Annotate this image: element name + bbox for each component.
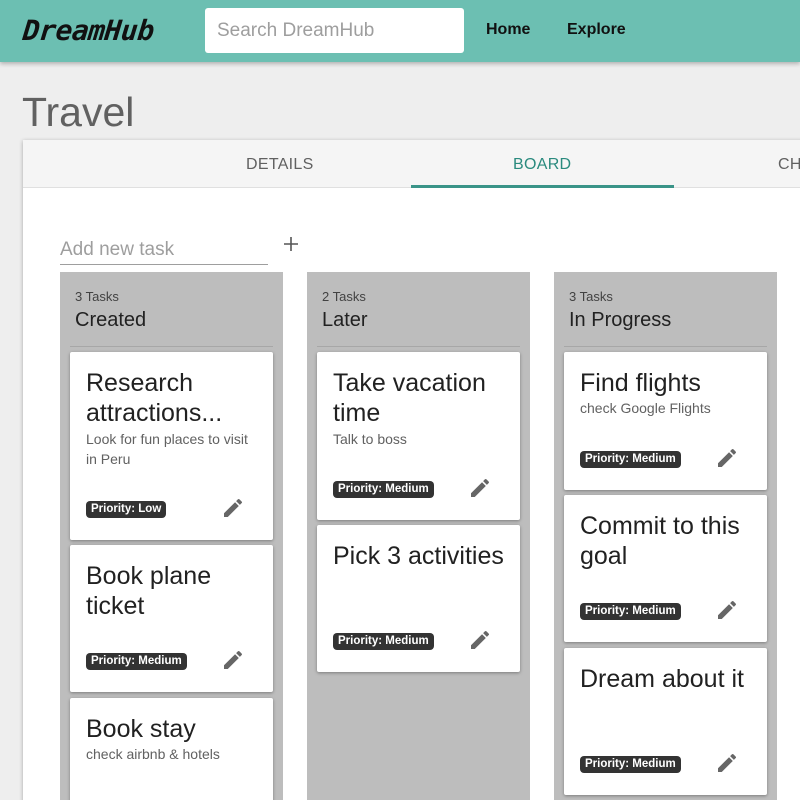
card-description: check airbnb & hotels [86, 746, 220, 762]
active-tab-indicator [411, 185, 674, 188]
card-description: check Google Flights [580, 400, 711, 416]
pencil-icon[interactable] [715, 751, 739, 775]
card-description: Look for fun places to visit in Peru [86, 431, 248, 467]
add-task-input[interactable] [60, 235, 268, 265]
card-title: Take vacation time [333, 369, 486, 427]
task-card[interactable]: Pick 3 activities Priority: Medium [317, 525, 520, 672]
tab-bar: DETAILS BOARD CH [23, 140, 800, 188]
pencil-icon[interactable] [715, 446, 739, 470]
task-card[interactable]: Dream about it Priority: Medium [564, 648, 767, 795]
task-card[interactable]: Find flights check Google Flights Priori… [564, 352, 767, 490]
pencil-icon[interactable] [715, 598, 739, 622]
task-card[interactable]: Book plane ticket Priority: Medium [70, 545, 273, 692]
page-title: Travel [22, 89, 135, 135]
search-input[interactable] [205, 8, 464, 53]
column-task-count: 2 Tasks [322, 289, 366, 304]
plus-icon[interactable] [282, 234, 300, 258]
column-divider [564, 346, 767, 347]
nav-explore-link[interactable]: Explore [567, 21, 626, 39]
column-task-count: 3 Tasks [75, 289, 119, 304]
card-title: Commit to this goal [580, 512, 740, 570]
priority-badge: Priority: Medium [333, 633, 434, 650]
top-bar: DreamHub Home Explore [0, 0, 800, 62]
nav-home-link[interactable]: Home [486, 21, 530, 39]
column-title: Created [75, 309, 147, 331]
tab-board[interactable]: BOARD [513, 156, 571, 174]
task-card[interactable]: Commit to this goal Priority: Medium [564, 495, 767, 642]
task-card[interactable]: Take vacation time Talk to boss Priority… [317, 352, 520, 520]
card-title: Book stay [86, 715, 196, 743]
pencil-icon[interactable] [468, 476, 492, 500]
card-title: Dream about it [580, 665, 744, 693]
priority-badge: Priority: Medium [333, 481, 434, 498]
card-title: Pick 3 activities [333, 542, 504, 570]
pencil-icon[interactable] [221, 648, 245, 672]
column-title: Later [322, 309, 368, 331]
priority-badge: Priority: Medium [580, 603, 681, 620]
card-title: Find flights [580, 369, 701, 397]
pencil-icon[interactable] [221, 496, 245, 520]
column-created: 3 Tasks Created Research attractions... … [60, 272, 283, 800]
priority-badge: Priority: Medium [580, 756, 681, 773]
tab-ch[interactable]: CH [778, 156, 800, 174]
task-card[interactable]: Book stay check airbnb & hotels [70, 698, 273, 800]
task-card[interactable]: Research attractions... Look for fun pla… [70, 352, 273, 540]
card-description: Talk to boss [333, 431, 407, 447]
priority-badge: Priority: Medium [580, 451, 681, 468]
pencil-icon[interactable] [468, 628, 492, 652]
goal-panel: DETAILS BOARD CH 3 Tasks Created Researc… [23, 140, 800, 800]
column-task-count: 3 Tasks [569, 289, 613, 304]
column-title: In Progress [569, 309, 672, 331]
priority-badge: Priority: Low [86, 501, 167, 518]
tab-details[interactable]: DETAILS [246, 156, 314, 174]
logo[interactable]: DreamHub [21, 14, 155, 47]
priority-badge: Priority: Medium [86, 653, 187, 670]
column-in-progress: 3 Tasks In Progress Find flights check G… [554, 272, 777, 800]
card-title: Book plane ticket [86, 562, 212, 620]
column-divider [317, 346, 520, 347]
column-divider [70, 346, 273, 347]
column-later: 2 Tasks Later Take vacation time Talk to… [307, 272, 530, 800]
card-title: Research attractions... [86, 369, 223, 427]
